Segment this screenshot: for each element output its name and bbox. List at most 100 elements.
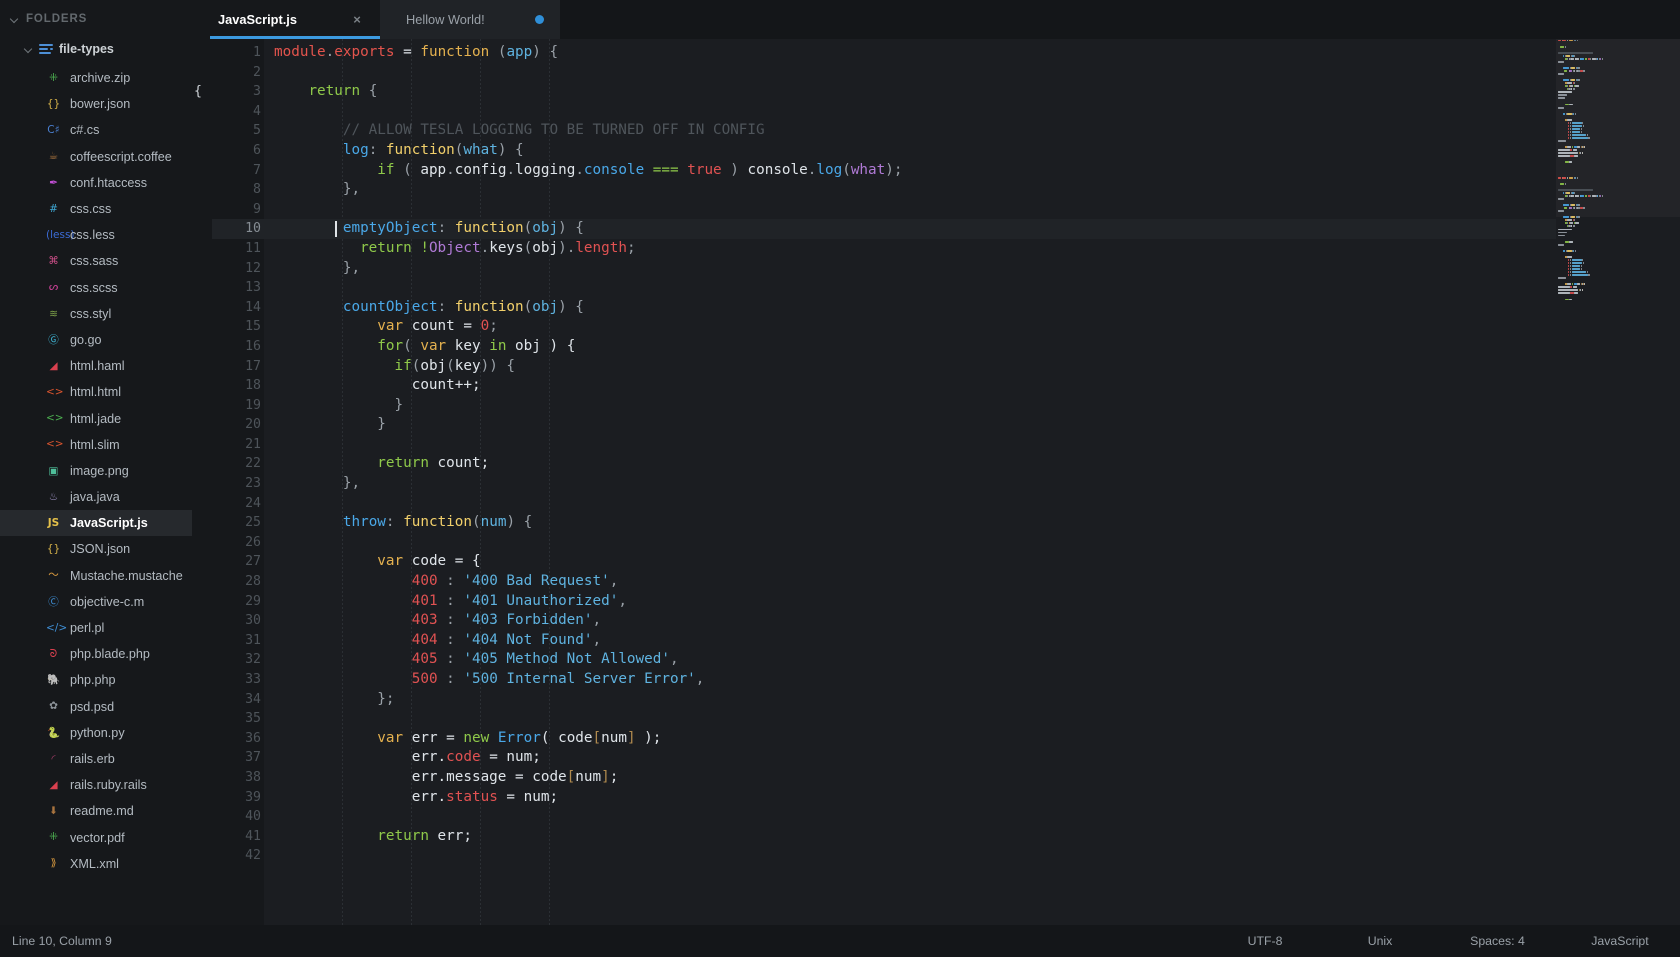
sidebar-file-item[interactable]: <> html.html: [0, 379, 192, 405]
code-line: count++;: [264, 376, 1680, 396]
code-token: '403 Forbidden': [463, 612, 593, 629]
indentation-status[interactable]: Spaces: 4: [1435, 934, 1560, 948]
file-name-label: bower.json: [70, 97, 131, 112]
sidebar-header[interactable]: FOLDERS: [0, 9, 192, 29]
code-token: console: [747, 161, 808, 178]
code-line: var err = new Error( code[num] );: [264, 729, 1680, 749]
line-number: 13: [245, 280, 261, 296]
sidebar-file-item[interactable]: Ⓒobjective-c.m: [0, 589, 192, 615]
sidebar-file-item[interactable]: <> html.jade: [0, 405, 192, 431]
code-token: ;: [626, 239, 636, 256]
code-token: function: [403, 514, 473, 531]
sidebar-file-item[interactable]: ◢ rails.ruby.rails: [0, 772, 192, 798]
sidebar-file-item[interactable]: ♨ java.java: [0, 484, 192, 510]
workspace: FOLDERS file-types ⁜ archive.zip {} bower.j…: [0, 0, 1680, 925]
code-token: (: [489, 44, 507, 60]
sidebar-file-item[interactable]: ≋ css.styl: [0, 301, 192, 327]
sidebar-file-item[interactable]: ⁜ archive.zip: [0, 65, 192, 91]
sidebar-file-item[interactable]: ◜ rails.erb: [0, 746, 192, 772]
editor-area[interactable]: 1 2 3{4 5 6 7 8 9 10 11 12 13 14 15 16 17 18 19 20 21 22 23 24…: [192, 39, 1680, 925]
code-token: Error: [497, 729, 541, 746]
code-token: err.: [274, 749, 447, 766]
file-type-icon: (less): [46, 228, 75, 241]
line-number: 7: [253, 162, 261, 178]
sidebar-file-item[interactable]: ✒ conf.htaccess: [0, 170, 192, 196]
line-number: 2: [253, 64, 261, 80]
code-token: .: [446, 161, 455, 178]
code-token: '405 Method Not Allowed': [463, 651, 670, 668]
file-type-icon: 🐘: [46, 674, 61, 687]
line-number: 32: [245, 652, 261, 668]
unsaved-dot-icon[interactable]: [535, 15, 544, 24]
code-token: ,: [669, 651, 679, 668]
code-line: },: [264, 259, 1680, 279]
sidebar-file-item[interactable]: ⟫ XML.xml: [0, 851, 192, 877]
code-token: config: [454, 161, 507, 178]
code-token: '400 Bad Request': [463, 573, 610, 590]
code-content[interactable]: module.exports = function (app) { return…: [264, 39, 1680, 925]
language-status[interactable]: JavaScript: [1560, 934, 1680, 948]
code-token: exports: [334, 44, 395, 60]
line-number: 31: [245, 632, 261, 648]
sidebar-file-item[interactable]: ⌘ css.sass: [0, 248, 192, 274]
code-token: true: [687, 161, 722, 178]
file-name-label: html.slim: [70, 437, 120, 452]
code-token: num: [601, 729, 627, 746]
code-token: (: [523, 298, 533, 315]
sidebar-file-item[interactable]: </> perl.pl: [0, 615, 192, 641]
line-number: 27: [212, 552, 264, 572]
sidebar-file-item[interactable]: ☕ coffeescript.coffee: [0, 144, 192, 170]
close-icon[interactable]: ×: [350, 12, 364, 27]
editor-tab[interactable]: JavaScript.js ×: [192, 0, 380, 39]
file-type-icon: Ⓒ: [48, 595, 59, 608]
line-ending-status[interactable]: Unix: [1325, 934, 1435, 948]
sidebar-file-item[interactable]: (less) css.less: [0, 222, 192, 248]
sidebar-file-item[interactable]: JS JavaScript.js: [0, 510, 192, 537]
sidebar-file-item[interactable]: ◢ html.haml: [0, 353, 192, 379]
code-token: var: [377, 318, 404, 335]
sidebar-file-item[interactable]: # css.css: [0, 196, 192, 222]
sidebar-file-item[interactable]: ✿ psd.psd: [0, 694, 192, 720]
file-type-icon: ☕: [48, 150, 59, 163]
sidebar-file-item[interactable]: Ⓖgo.go: [0, 327, 192, 353]
code-token: 405: [411, 651, 438, 668]
sidebar-file-item[interactable]: ⁜ vector.pdf: [0, 824, 192, 850]
sidebar-file-item[interactable]: ▣ image.png: [0, 458, 192, 484]
code-token: length: [575, 239, 627, 256]
sidebar-file-item[interactable]: <> html.slim: [0, 432, 192, 458]
sidebar-file-item[interactable]: 🐘 php.php: [0, 667, 192, 693]
file-name-label: go.go: [70, 332, 102, 347]
sidebar-file-item[interactable]: {} JSON.json: [0, 536, 192, 562]
editor-tab[interactable]: Hellow World!: [380, 0, 560, 39]
sidebar-file-item[interactable]: 🐍 python.py: [0, 720, 192, 746]
sidebar-file-item[interactable]: 〜 Mustache.mustache: [0, 563, 192, 589]
sidebar-file-item[interactable]: ⬇ readme.md: [0, 798, 192, 824]
sidebar-file-item[interactable]: ᘐ php.blade.php: [0, 641, 192, 667]
sidebar-file-item[interactable]: {} bower.json: [0, 91, 192, 117]
code-token: (: [472, 514, 481, 531]
file-name-label: c#.cs: [70, 123, 100, 138]
cursor-position[interactable]: Line 10, Column 9: [12, 934, 112, 948]
sidebar-file-item[interactable]: ᔕ css.scss: [0, 275, 192, 301]
code-token: countObject: [342, 298, 438, 315]
code-token: ,: [618, 592, 627, 609]
sidebar-file-item[interactable]: C♯ c#.cs: [0, 117, 192, 143]
encoding-status[interactable]: UTF-8: [1205, 934, 1325, 948]
folder-icon: [39, 43, 53, 55]
folder-row-file-types[interactable]: file-types: [0, 36, 192, 62]
code-token: in: [489, 337, 507, 354]
code-token: count++;: [274, 377, 481, 394]
minimap[interactable]: [1556, 39, 1680, 925]
file-type-icon: ◢: [49, 778, 58, 791]
line-number: 42: [245, 848, 261, 864]
